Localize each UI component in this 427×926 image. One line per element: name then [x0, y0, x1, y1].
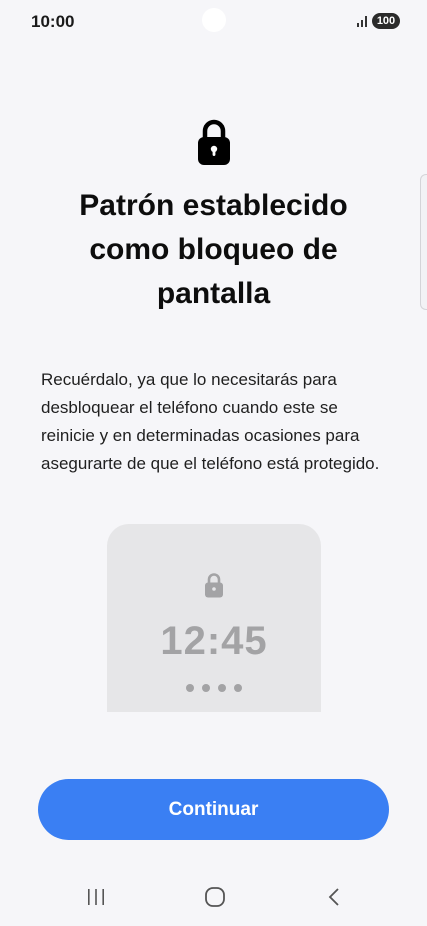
pin-dot	[234, 684, 242, 692]
signal-bars-icon	[357, 16, 367, 27]
pin-dots	[107, 679, 321, 697]
pin-dot	[218, 684, 226, 692]
home-icon[interactable]	[204, 886, 226, 908]
side-panel-handle[interactable]	[420, 174, 427, 310]
preview-clock: 12:45	[160, 619, 268, 663]
pin-dot	[186, 684, 194, 692]
camera-cutout	[202, 8, 226, 32]
lock-icon	[205, 573, 223, 598]
continue-button[interactable]: Continuar	[38, 779, 389, 840]
pin-dot	[202, 684, 210, 692]
battery-badge: 100	[372, 13, 400, 29]
recents-icon[interactable]	[86, 887, 106, 907]
back-icon[interactable]	[326, 886, 342, 908]
lock-screen-preview: 12:45	[107, 524, 321, 712]
page-title: Patrón establecido como bloqueo de panta…	[79, 189, 348, 310]
navigation-bar	[0, 870, 427, 926]
lock-icon	[198, 119, 230, 165]
description-text: Recuérdalo, ya que lo necesitarás para d…	[41, 370, 380, 473]
status-time: 10:00	[31, 12, 75, 31]
status-bar: 10:00 100	[0, 0, 427, 44]
